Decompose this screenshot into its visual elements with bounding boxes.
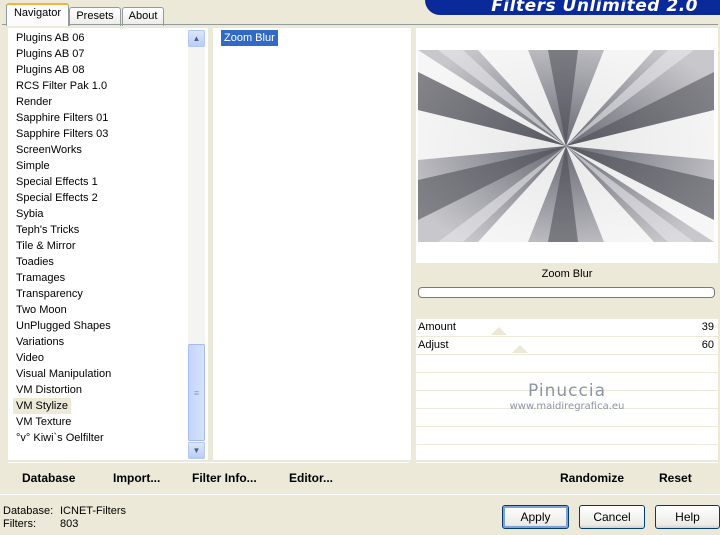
cancel-button[interactable]: Cancel: [579, 505, 645, 529]
scrollbar-thumb[interactable]: ≡: [188, 344, 205, 441]
status-filters: Filters: 803: [3, 518, 78, 530]
status-database-value: ICNET-Filters: [60, 505, 126, 517]
product-banner: Filters Unlimited 2.0: [425, 0, 720, 15]
reset-command[interactable]: Reset: [659, 471, 692, 485]
randomize-command[interactable]: Randomize: [560, 471, 624, 485]
category-item[interactable]: VM Stylize: [13, 398, 71, 414]
category-scrollbar[interactable]: ▲ ≡ ▼: [188, 30, 205, 459]
filter-list[interactable]: Zoom Blur: [213, 28, 411, 460]
editor-command[interactable]: Editor...: [289, 471, 333, 485]
category-item[interactable]: Plugins AB 06: [13, 30, 88, 46]
preview-image: [418, 50, 714, 242]
category-item[interactable]: Toadies: [13, 254, 57, 270]
chevron-up-icon: ▲: [192, 34, 201, 43]
empty-param-row: [416, 355, 718, 373]
scroll-down-button[interactable]: ▼: [188, 442, 205, 459]
category-item[interactable]: Tramages: [13, 270, 68, 286]
current-filter-name: Zoom Blur: [541, 268, 593, 280]
category-item[interactable]: Transparency: [13, 286, 86, 302]
database-command[interactable]: Database: [22, 471, 75, 485]
category-item[interactable]: Render: [13, 94, 55, 110]
param-row-amount[interactable]: Amount 39: [416, 319, 718, 337]
category-item[interactable]: VM Texture: [13, 414, 74, 430]
chevron-down-icon: ▼: [192, 446, 201, 455]
category-item[interactable]: Plugins AB 07: [13, 46, 88, 62]
tab-pane-border: [2, 24, 718, 25]
category-item[interactable]: VM Distortion: [13, 382, 85, 398]
import-command[interactable]: Import...: [113, 471, 160, 485]
amount-slider-thumb[interactable]: [490, 327, 507, 335]
status-separator: [0, 494, 720, 495]
category-item[interactable]: Variations: [13, 334, 67, 350]
status-filters-value: 803: [60, 518, 79, 530]
category-item[interactable]: Sapphire Filters 01: [13, 110, 111, 126]
progress-bar: [418, 287, 715, 298]
status-database-label: Database:: [3, 505, 54, 517]
grip-icon: ≡: [193, 387, 200, 398]
adjust-slider-thumb[interactable]: [511, 345, 528, 353]
category-item[interactable]: Sybia: [13, 206, 47, 222]
category-item[interactable]: Plugins AB 08: [13, 62, 88, 78]
category-item[interactable]: Tile & Mirror: [13, 238, 78, 254]
watermark-name: Pinuccia: [528, 381, 606, 401]
watermark-url: www.maidiregrafica.eu: [509, 401, 625, 412]
parameter-panel: Amount 39 Adjust 60 Pinuccia www.maidire…: [416, 319, 718, 460]
preview-panel: [416, 28, 718, 263]
command-bar-right: Randomize Reset: [416, 462, 718, 490]
category-item[interactable]: RCS Filter Pak 1.0: [13, 78, 110, 94]
param-row-adjust[interactable]: Adjust 60: [416, 337, 718, 355]
category-item[interactable]: Teph's Tricks: [13, 222, 82, 238]
preview-area: Zoom Blur Amount 39 Adjust 60 Pinuccia w…: [416, 28, 718, 460]
category-item[interactable]: Special Effects 2: [13, 190, 101, 206]
status-database: Database: ICNET-Filters: [3, 505, 126, 517]
banner-title: Filters Unlimited 2.0: [491, 0, 698, 15]
category-item[interactable]: Two Moon: [13, 302, 70, 318]
param-value: 39: [701, 321, 714, 333]
category-item[interactable]: ScreenWorks: [13, 142, 85, 158]
category-item[interactable]: Simple: [13, 158, 53, 174]
category-item[interactable]: Video: [13, 350, 47, 366]
category-list[interactable]: Plugins AB 06 Plugins AB 07 Plugins AB 08 R…: [8, 28, 208, 460]
apply-button[interactable]: Apply: [502, 505, 569, 529]
param-label: Amount: [418, 321, 456, 333]
scroll-up-button[interactable]: ▲: [188, 30, 205, 47]
category-item[interactable]: Special Effects 1: [13, 174, 101, 190]
category-item[interactable]: UnPlugged Shapes: [13, 318, 114, 334]
status-filters-label: Filters:: [3, 518, 36, 530]
category-item[interactable]: Visual Manipulation: [13, 366, 114, 382]
tab-navigator[interactable]: Navigator: [6, 3, 69, 26]
command-bar-left: Database Import... Filter Info... Editor…: [8, 462, 409, 490]
param-value: 60: [701, 339, 714, 351]
param-label: Adjust: [418, 339, 449, 351]
help-button[interactable]: Help: [655, 505, 720, 529]
filter-name-bar: Zoom Blur: [416, 263, 718, 319]
category-item[interactable]: Sapphire Filters 03: [13, 126, 111, 142]
filter-info-command[interactable]: Filter Info...: [192, 471, 257, 485]
filter-item-zoom-blur[interactable]: Zoom Blur: [221, 30, 278, 46]
empty-param-row: [416, 427, 718, 445]
main-area: Plugins AB 06 Plugins AB 07 Plugins AB 08 R…: [6, 28, 718, 460]
category-item[interactable]: °v° Kiwi`s Oelfilter: [13, 430, 107, 446]
